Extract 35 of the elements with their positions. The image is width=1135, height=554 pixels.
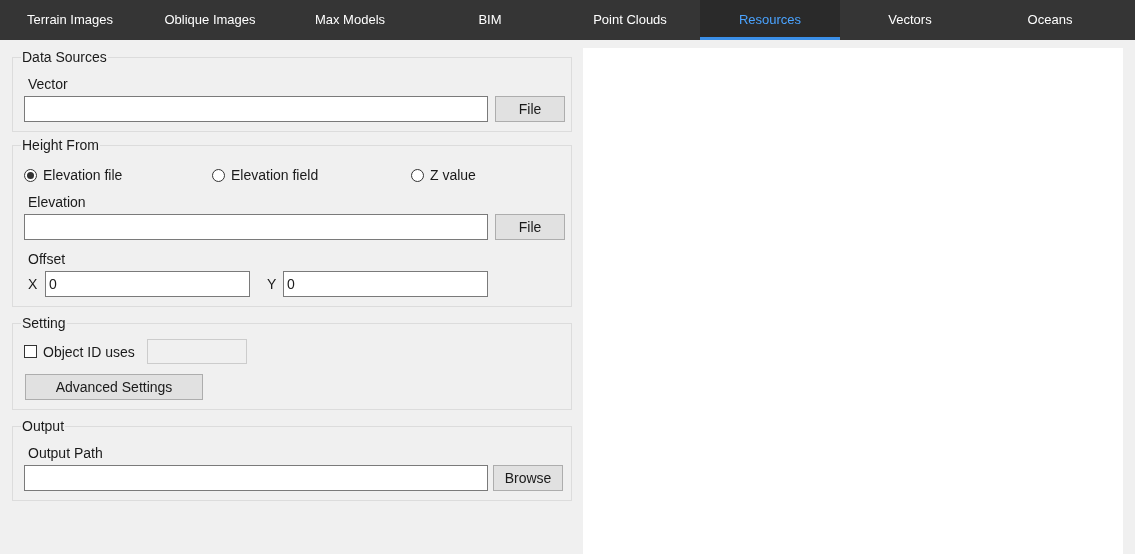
number-field[interactable]: 0 — [283, 271, 488, 297]
axis-label: Y — [267, 274, 278, 294]
file-button[interactable]: File — [495, 96, 565, 122]
advanced-settings-button[interactable]: Advanced Settings — [25, 374, 203, 400]
group-title: Output — [21, 418, 66, 434]
radio-button[interactable] — [411, 168, 424, 182]
radio-label[interactable]: Elevation file — [43, 167, 123, 183]
field-label: Offset — [28, 251, 66, 267]
field-label: Output Path — [28, 445, 103, 461]
radio-button[interactable] — [24, 168, 37, 182]
file-button[interactable]: File — [495, 214, 565, 240]
text-field[interactable] — [24, 96, 488, 122]
field-label: Elevation — [28, 194, 86, 210]
checkbox[interactable] — [24, 345, 37, 358]
text-field[interactable] — [24, 214, 488, 240]
group-title: Setting — [21, 315, 67, 331]
radio-button[interactable] — [212, 168, 225, 182]
text-field[interactable] — [24, 465, 488, 491]
group-title: Data Sources — [21, 49, 108, 65]
tab[interactable]: Max Models — [280, 0, 420, 40]
file-button[interactable]: Browse — [493, 465, 563, 491]
field-label: Vector — [28, 76, 68, 92]
tab[interactable]: Vectors — [840, 0, 980, 40]
checkbox-label[interactable]: Object ID uses — [43, 343, 135, 360]
tab[interactable]: Resources — [700, 0, 840, 40]
group-title: Height From — [21, 137, 101, 153]
number-field[interactable]: 0 — [45, 271, 250, 297]
axis-label: X — [28, 274, 39, 294]
radio-label[interactable]: Z value — [430, 167, 476, 183]
tab[interactable]: BIM — [420, 0, 560, 40]
tab[interactable]: Point Clouds — [560, 0, 700, 40]
tab[interactable]: Oceans — [980, 0, 1120, 40]
tab[interactable]: Oblique Images — [140, 0, 280, 40]
radio-label[interactable]: Elevation field — [231, 167, 319, 183]
tab[interactable]: Terrain Images — [0, 0, 140, 40]
